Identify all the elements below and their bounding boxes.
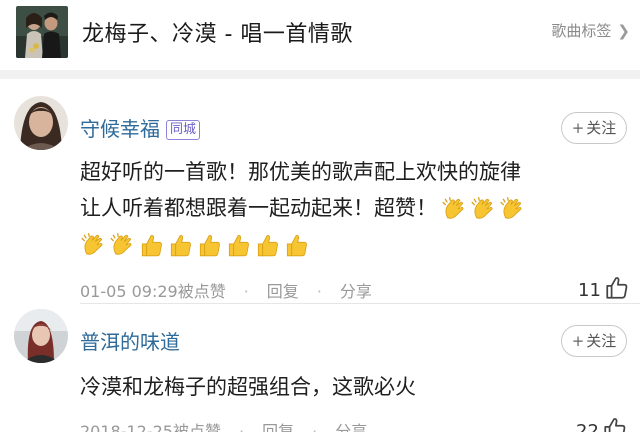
thumbs-up-emoji bbox=[141, 235, 162, 257]
emoji-group bbox=[441, 196, 525, 222]
thumbs-up-emoji bbox=[257, 235, 278, 257]
comment-item: 守候幸福 同城 + 关注 超好听的一首歌！那优美的歌声配上欢快的旋律 让人听着都想跟… bbox=[0, 79, 640, 309]
follow-button[interactable]: + 关注 bbox=[561, 112, 627, 144]
avatar[interactable] bbox=[14, 96, 68, 150]
chevron-right-icon: ❯ bbox=[617, 22, 630, 40]
like-count: 11 bbox=[578, 280, 601, 301]
song-tags-label: 歌曲标签 bbox=[551, 22, 612, 40]
location-badge: 同城 bbox=[166, 120, 201, 140]
username-text: 守候幸福 bbox=[80, 117, 160, 141]
thumbs-up-emoji bbox=[170, 235, 191, 257]
separator-dot: · bbox=[312, 422, 318, 432]
plus-icon: + bbox=[571, 332, 585, 350]
clap-emoji bbox=[471, 196, 493, 219]
share-link[interactable]: 分享 bbox=[335, 422, 367, 432]
comment-username[interactable]: 守候幸福 同城 bbox=[80, 113, 201, 142]
comment-time: 2018-12-25被点赞 bbox=[80, 422, 221, 432]
clap-emoji bbox=[500, 196, 522, 219]
comment-time: 01-05 09:29被点赞 bbox=[80, 282, 226, 301]
thumbs-up-emoji bbox=[228, 235, 249, 257]
comment-text-line: 让人听着都想跟着一起动起来！超赞！ bbox=[80, 190, 580, 226]
album-cover[interactable] bbox=[16, 6, 68, 58]
reply-link[interactable]: 回复 bbox=[267, 282, 299, 301]
comment-text: 超好听的一首歌！那优美的歌声配上欢快的旋律 让人听着都想跟着一起动起来！超赞！ bbox=[80, 154, 580, 262]
follow-label: 关注 bbox=[586, 119, 617, 137]
separator-dot: · bbox=[239, 422, 245, 432]
follow-label: 关注 bbox=[586, 332, 617, 350]
like-button[interactable]: 22 bbox=[576, 416, 628, 432]
thumbs-up-icon bbox=[606, 277, 628, 299]
song-tags-link[interactable]: 歌曲标签 ❯ bbox=[551, 20, 630, 41]
comment-meta: 01-05 09:29被点赞 · 回复 · 分享 bbox=[80, 278, 372, 302]
section-divider bbox=[0, 70, 640, 79]
like-count: 22 bbox=[576, 421, 599, 432]
avatar[interactable] bbox=[14, 309, 68, 363]
username-text: 普洱的味道 bbox=[80, 330, 180, 354]
thumbs-up-emoji bbox=[286, 235, 307, 257]
clap-emoji bbox=[110, 232, 132, 255]
thumbs-up-icon bbox=[604, 418, 626, 432]
separator-dot: · bbox=[243, 282, 249, 301]
follow-button[interactable]: + 关注 bbox=[561, 325, 627, 357]
plus-icon: + bbox=[571, 119, 585, 137]
comment-meta: 2018-12-25被点赞 · 回复 · 分享 bbox=[80, 418, 367, 432]
comment-text-line: 超好听的一首歌！那优美的歌声配上欢快的旋律 bbox=[80, 160, 521, 184]
comment-item: 普洱的味道 + 关注 冷漠和龙梅子的超强组合，这歌必火 2018-12-25被点赞… bbox=[0, 304, 640, 432]
comment-username[interactable]: 普洱的味道 bbox=[80, 326, 180, 355]
clap-emoji bbox=[442, 196, 464, 219]
like-button[interactable]: 11 bbox=[578, 275, 630, 301]
comment-text-segment: 让人听着都想跟着一起动起来！超赞！ bbox=[80, 196, 437, 220]
comment-emoji-line bbox=[80, 226, 580, 262]
separator-dot: · bbox=[316, 282, 322, 301]
emoji-group bbox=[80, 232, 309, 258]
song-header: 龙梅子、冷漠 - 唱一首情歌 歌曲标签 ❯ bbox=[0, 0, 640, 64]
song-title: 龙梅子、冷漠 - 唱一首情歌 bbox=[82, 22, 353, 47]
share-link[interactable]: 分享 bbox=[340, 282, 372, 301]
thumbs-up-emoji bbox=[199, 235, 220, 257]
comment-text: 冷漠和龙梅子的超强组合，这歌必火 bbox=[80, 369, 580, 405]
comment-text-line: 冷漠和龙梅子的超强组合，这歌必火 bbox=[80, 375, 416, 399]
reply-link[interactable]: 回复 bbox=[262, 422, 294, 432]
clap-emoji bbox=[81, 232, 103, 255]
